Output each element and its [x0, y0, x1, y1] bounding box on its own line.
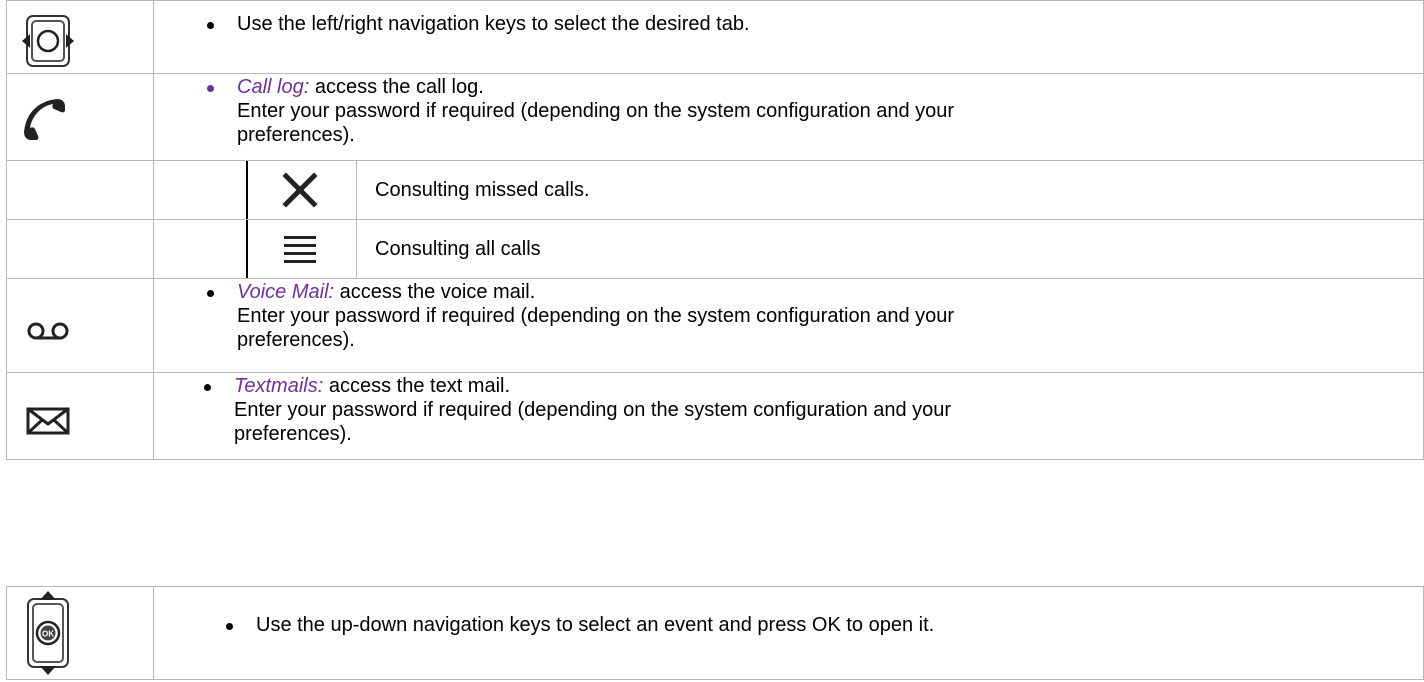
textmails-line2: Enter your password if required (dependi… [234, 399, 952, 421]
call-log-line3: preferences). [237, 124, 355, 146]
cross-icon [282, 172, 318, 213]
icon-cell [6, 73, 154, 161]
sub-text-cell: Consulting missed calls. [356, 161, 590, 219]
bullet-item: Textmails: access the text mail. [154, 374, 1423, 398]
envelope-icon [26, 406, 70, 441]
icon-cell [6, 372, 154, 460]
sub-icon-cell [246, 161, 352, 219]
left-right-navigation-key-icon [21, 13, 75, 74]
call-log-text: access the call log. [309, 76, 484, 98]
bullet-item: Use the left/right navigation keys to se… [154, 12, 1423, 36]
table-row: Textmails: access the text mail. Enter y… [6, 372, 1424, 460]
navigation-table: OK Use the up-down navigation keys to se… [6, 586, 1424, 680]
sub-icon-cell [246, 220, 352, 278]
up-down-instruction: Use the up-down navigation keys to selec… [256, 614, 935, 636]
voice-mail-line2: Enter your password if required (dependi… [237, 305, 955, 327]
voice-mail-text: access the voice mail. [334, 281, 536, 303]
voice-mail-label: Voice Mail: [237, 281, 335, 303]
text-cell: Call log: access the call log. Enter you… [153, 73, 1424, 161]
text-cell: Voice Mail: access the voice mail. Enter… [153, 278, 1424, 373]
missed-calls-text: Consulting missed calls. [375, 179, 590, 201]
bullet-dot [204, 384, 211, 391]
up-down-ok-navigation-key-icon: OK [21, 589, 75, 682]
textmails-label: Textmails: [234, 375, 324, 397]
phone-handset-icon [21, 96, 67, 147]
table-row: Consulting all calls [6, 219, 1424, 279]
text-cell: Use the left/right navigation keys to se… [153, 0, 1424, 74]
icon-cell [6, 0, 154, 74]
textmails-text: access the text mail. [323, 375, 511, 397]
bullet-item: Use the up-down navigation keys to selec… [154, 613, 1423, 637]
bullet-item: Call log: access the call log. [154, 75, 1423, 99]
call-log-line2: Enter your password if required (dependi… [237, 100, 955, 122]
table-row: Voice Mail: access the voice mail. Enter… [6, 278, 1424, 373]
textmails-line3: preferences). [234, 423, 352, 445]
table-row: Use the left/right navigation keys to se… [6, 0, 1424, 74]
sub-text-cell: Consulting all calls [356, 220, 541, 278]
text-cell: Use the up-down navigation keys to selec… [153, 586, 1424, 680]
instructions-table: Use the left/right navigation keys to se… [6, 0, 1424, 460]
call-log-label: Call log: [237, 76, 310, 98]
icon-cell [6, 278, 154, 373]
table-row: Call log: access the call log. Enter you… [6, 73, 1424, 161]
bullet-dot [207, 85, 214, 92]
icon-cell [6, 160, 154, 220]
bullet-dot [207, 22, 214, 29]
icon-cell: OK [6, 586, 154, 682]
voice-mail-line3: preferences). [237, 329, 355, 351]
tabs-instruction: Use the left/right navigation keys to se… [237, 13, 750, 35]
text-cell: Consulting missed calls. [153, 160, 1424, 220]
bullet-dot [207, 290, 214, 297]
icon-cell [6, 219, 154, 279]
text-cell: Textmails: access the text mail. Enter y… [153, 372, 1424, 460]
all-calls-text: Consulting all calls [375, 238, 541, 260]
bullet-dot [226, 623, 233, 630]
text-cell: Consulting all calls [153, 219, 1424, 279]
voicemail-icon [26, 321, 70, 346]
table-row: Consulting missed calls. [6, 160, 1424, 220]
bullet-item: Voice Mail: access the voice mail. [154, 280, 1423, 304]
list-icon [282, 233, 318, 272]
table-row: OK Use the up-down navigation keys to se… [6, 586, 1424, 682]
ok-label: OK [42, 630, 54, 639]
